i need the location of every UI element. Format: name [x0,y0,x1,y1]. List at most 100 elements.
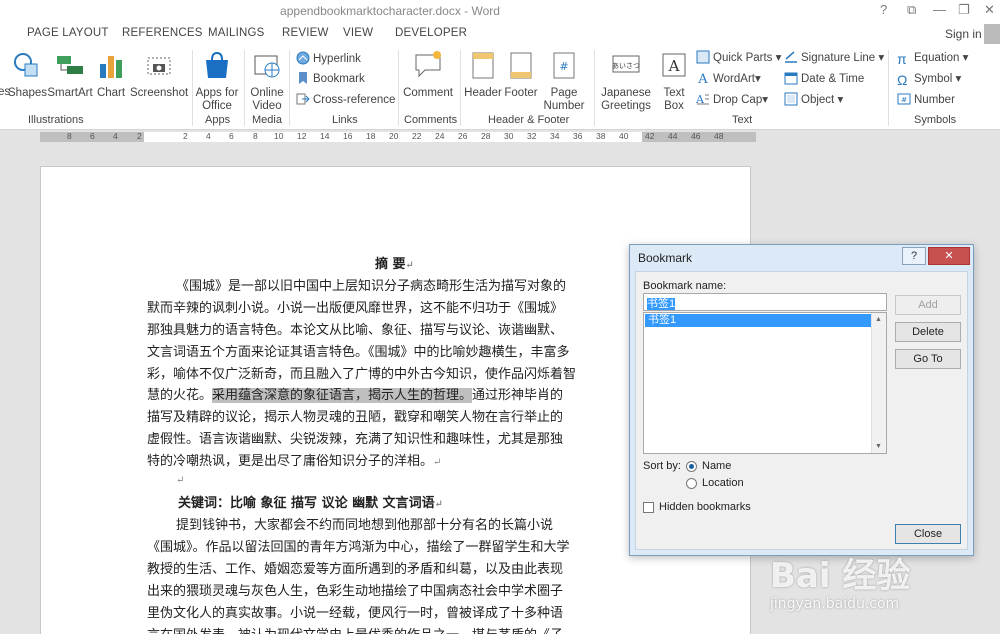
doc-line[interactable]: 慧的火花。采用蕴含深意的象征语言，揭示人生的哲理。通过形神毕肖的 [147,384,563,403]
keywords-line[interactable]: 关键词：比喻 象征 描写 议论 幽默 文言词语↵ [178,492,443,511]
tab-developer[interactable]: DEVELOPER [395,27,467,39]
symbol-button[interactable]: Ω Symbol ▾ [897,70,961,88]
media-group-label: Media [252,114,282,126]
links-group-label: Links [332,114,358,126]
dialog-help-icon[interactable]: ? [902,247,926,265]
add-button[interactable]: Add [895,295,961,315]
cross-reference-label: Cross-reference [313,94,396,106]
tab-view[interactable]: VIEW [343,27,373,39]
chart-button[interactable]: Chart [96,50,126,100]
hyperlink-button[interactable]: Hyperlink [296,50,361,68]
shapes-button[interactable]: Shapes [8,50,47,100]
ruler-tick: 2 [183,131,188,141]
sort-location-label[interactable]: Location [702,477,744,489]
doc-line[interactable]: 文言词语五个方面来论证其语言特色。《围城》中的比喻妙趣横生，丰富多 [147,341,570,360]
bookmark-name-input[interactable]: 书签1 [643,293,887,311]
empty-paragraph[interactable]: ↵ [176,472,184,487]
drop-cap-button[interactable]: A Drop Cap▾ [696,91,768,109]
text-box-button[interactable]: A Text Box [657,50,691,113]
scroll-up-icon[interactable]: ▲ [875,316,882,323]
go-to-button[interactable]: Go To [895,349,961,369]
minimize-icon[interactable]: — [933,2,946,17]
doc-line[interactable]: 出来的猥琐灵魂与灰色人生，色彩生动地描绘了中国病态社会中学术圈子 [147,580,563,599]
bookmark-dialog: Bookmark ? ✕ Bookmark name: 书签1 书签1 ▲ ▼ … [629,244,974,556]
tab-references[interactable]: REFERENCES [122,27,203,39]
object-label: Object [801,94,835,106]
page-number-button[interactable]: # Page Number [541,50,587,113]
hidden-bookmarks-label[interactable]: Hidden bookmarks [659,501,751,513]
list-scrollbar[interactable]: ▲ ▼ [871,313,886,453]
quick-parts-button[interactable]: Quick Parts ▾ [696,49,781,67]
doc-line[interactable]: 描写及精辟的议论，揭示人物灵魂的丑陋，戳穿和嘲笑人物在言行举止的 [147,406,563,425]
list-item[interactable]: 书签1 [645,314,871,327]
comments-group-label: Comments [404,114,458,126]
text-group-label: Text [732,114,753,126]
date-time-label: Date & Time [801,73,865,85]
sign-in-link[interactable]: Sign in [945,27,982,41]
title-bar: appendbookmarktocharacter.docx - Word ? … [0,0,1000,24]
doc-line[interactable]: 彩，喻体不仅广泛新奇，而且融入了广博的中外古今知识，使作品闪烁着智 [147,363,576,382]
close-icon[interactable]: ✕ [984,2,995,18]
screenshot-button[interactable]: Screenshot [130,50,188,100]
comment-label: Comment [403,87,453,99]
doc-line[interactable]: 那独具魅力的语言特色。本论文从比喻、象征、描写与议论、诙谐幽默、 [147,319,563,338]
signature-line-button[interactable]: Signature Line ▾ [784,49,884,67]
hidden-bookmarks-checkbox[interactable] [643,502,654,513]
object-button[interactable]: Object ▾ [784,91,843,109]
equation-button[interactable]: π Equation ▾ [897,49,968,67]
tab-review[interactable]: REVIEW [282,27,329,39]
tab-page-layout[interactable]: PAGE LAYOUT [27,27,109,39]
shapes-icon [14,53,38,77]
cross-reference-button[interactable]: Cross-reference [296,91,395,109]
doc-line[interactable]: 《围城》是一部以旧中国中上层知识分子病态畸形生活为描写对象的 [176,275,566,294]
user-avatar[interactable] [984,24,1000,44]
delete-button[interactable]: Delete [895,322,961,342]
svg-text:A: A [668,57,680,75]
sort-location-radio[interactable] [686,478,697,489]
svg-text:#: # [901,96,907,104]
japanese-greetings-button[interactable]: あいさつ Japanese Greetings [598,50,654,113]
number-button[interactable]: # Number [897,91,955,109]
comment-button[interactable]: Comment [402,50,454,100]
doc-line[interactable]: 言在国外发表，被认为现代文学史上最优秀的作品之一，堪与茅盾的《子 [147,624,563,634]
header-button[interactable]: Header [464,50,502,100]
bookmark-icon [299,72,307,84]
online-video-button[interactable]: Online Video [248,50,286,113]
doc-line[interactable]: 虚假性。语言诙谐幽默、尖锐泼辣，充满了知识性和趣味性，尤其是那独 [147,428,563,447]
tab-mailings[interactable]: MAILINGS [208,27,265,39]
doc-line[interactable]: 《围城》。作品以留法回国的青年方鸿渐为中心，描绘了一群留学生和大学 [147,536,570,555]
separator [460,50,461,126]
footer-button[interactable]: Footer [503,50,539,100]
selected-text[interactable]: 采用蕴含深意的象征语言，揭示人生的哲理。 [212,388,473,403]
apps-for-office-button[interactable]: Apps for Office [195,50,239,113]
doc-line[interactable]: 教授的生活、工作、婚姻恋爱等方面所遇到的矛盾和纠葛，以及由此表现 [147,558,563,577]
keywords-text: 关键词：比喻 象征 描写 议论 幽默 文言词语 [178,496,435,511]
close-button[interactable]: Close [895,524,961,544]
sort-name-label[interactable]: Name [702,460,731,472]
doc-line[interactable]: 里伪文化人的真实故事。小说一经载，便风行一时，曾被译成了十多种语 [147,602,563,621]
scroll-down-icon[interactable]: ▼ [875,443,882,450]
ruler-tick: 8 [67,131,72,141]
bookmark-list[interactable]: 书签1 ▲ ▼ [643,312,887,454]
paragraph-mark: ↵ [176,475,185,486]
ribbon-display-icon[interactable]: ⧉ [907,2,916,18]
doc-line[interactable]: 特的冷嘲热讽，更是出尽了庸俗知识分子的洋相。↵ [147,450,441,469]
bookmark-name-label: Bookmark name: [643,280,727,292]
ruler-tick: 38 [596,131,606,141]
online-video-icon [254,55,280,78]
wordart-button[interactable]: A WordArt▾ [696,70,760,88]
horizontal-ruler[interactable]: 8 6 4 2 2 4 6 8 10 12 14 16 18 20 22 24 … [40,131,756,142]
drop-cap-label: Drop Cap [713,94,763,106]
cross-reference-icon [296,93,310,105]
help-icon[interactable]: ? [880,2,887,17]
bookmark-button[interactable]: Bookmark [296,70,365,88]
doc-line[interactable]: 默而辛辣的讽刺小说。小说一出版便风靡世界，这不能不归功于《围城》 [147,297,563,316]
sort-name-radio[interactable] [686,461,697,472]
dialog-close-icon[interactable]: ✕ [928,247,970,265]
doc-text: 慧的火花。 [147,388,213,403]
date-time-button[interactable]: Date & Time [784,70,864,88]
smartart-button[interactable]: SmartArt [47,50,93,100]
ruler-tick: 40 [619,131,629,141]
doc-line[interactable]: 提到钱钟书，大家都会不约而同地想到他那部十分有名的长篇小说 [176,514,553,533]
restore-icon[interactable]: ❐ [958,2,970,18]
